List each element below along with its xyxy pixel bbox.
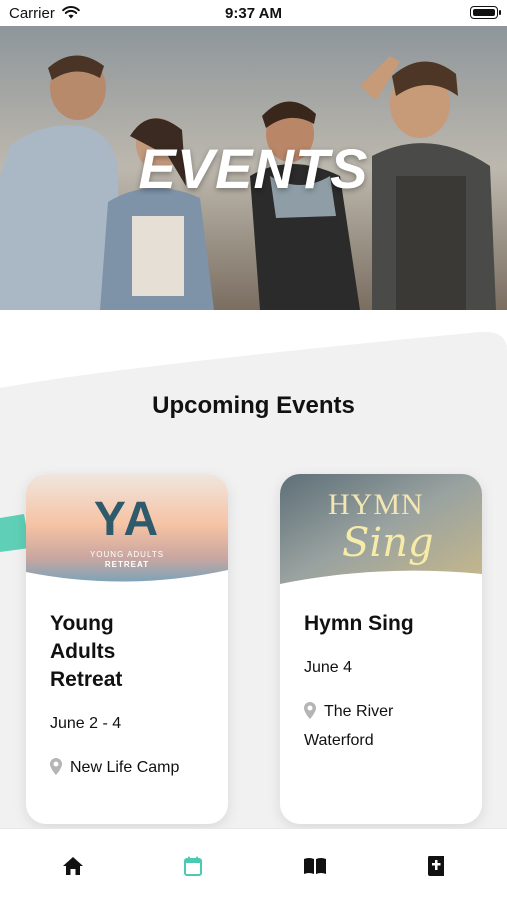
event-date: June 2 - 4 — [50, 715, 122, 732]
tab-bible[interactable] — [421, 851, 451, 881]
tab-home[interactable] — [58, 851, 88, 881]
event-image-word-2: Sing — [342, 520, 434, 566]
event-image-word-1: HYMN — [328, 488, 424, 521]
section-heading: Upcoming Events — [152, 392, 355, 419]
tab-bar — [0, 828, 507, 900]
tab-events[interactable] — [178, 851, 208, 881]
calendar-icon — [184, 856, 202, 876]
home-icon — [63, 857, 83, 875]
event-card-young-adults-retreat[interactable]: YA YOUNG ADULTS RETREAT Young Adults Ret… — [26, 474, 228, 824]
battery-icon — [470, 6, 501, 19]
bible-icon — [428, 856, 444, 876]
location-pin-icon — [50, 758, 62, 784]
event-image-letters: YA — [93, 493, 161, 546]
event-date: June 4 — [304, 659, 353, 676]
event-image: HYMN Sing — [280, 474, 482, 586]
event-title: Hymn Sing — [304, 612, 414, 635]
tab-reading[interactable] — [300, 851, 330, 881]
event-image: YA YOUNG ADULTS RETREAT — [26, 474, 228, 586]
event-location: New Life Camp — [50, 755, 216, 784]
status-bar: Carrier 9:37 AM — [0, 0, 507, 26]
page-title: EVENTS — [138, 137, 369, 200]
hero-banner: EVENTS — [0, 26, 507, 310]
open-book-icon — [304, 858, 326, 874]
location-pin-icon — [304, 702, 316, 728]
event-card-hymn-sing[interactable]: HYMN Sing Hymn Sing June 4 The River Wat… — [280, 474, 482, 824]
event-location: The River Waterford — [304, 702, 394, 749]
event-image-subtitle-2: RETREAT — [104, 560, 150, 569]
event-title: Young Adults Retreat — [50, 612, 123, 691]
status-time: 9:37 AM — [225, 5, 282, 22]
event-image-subtitle: YOUNG ADULTS — [89, 550, 165, 559]
